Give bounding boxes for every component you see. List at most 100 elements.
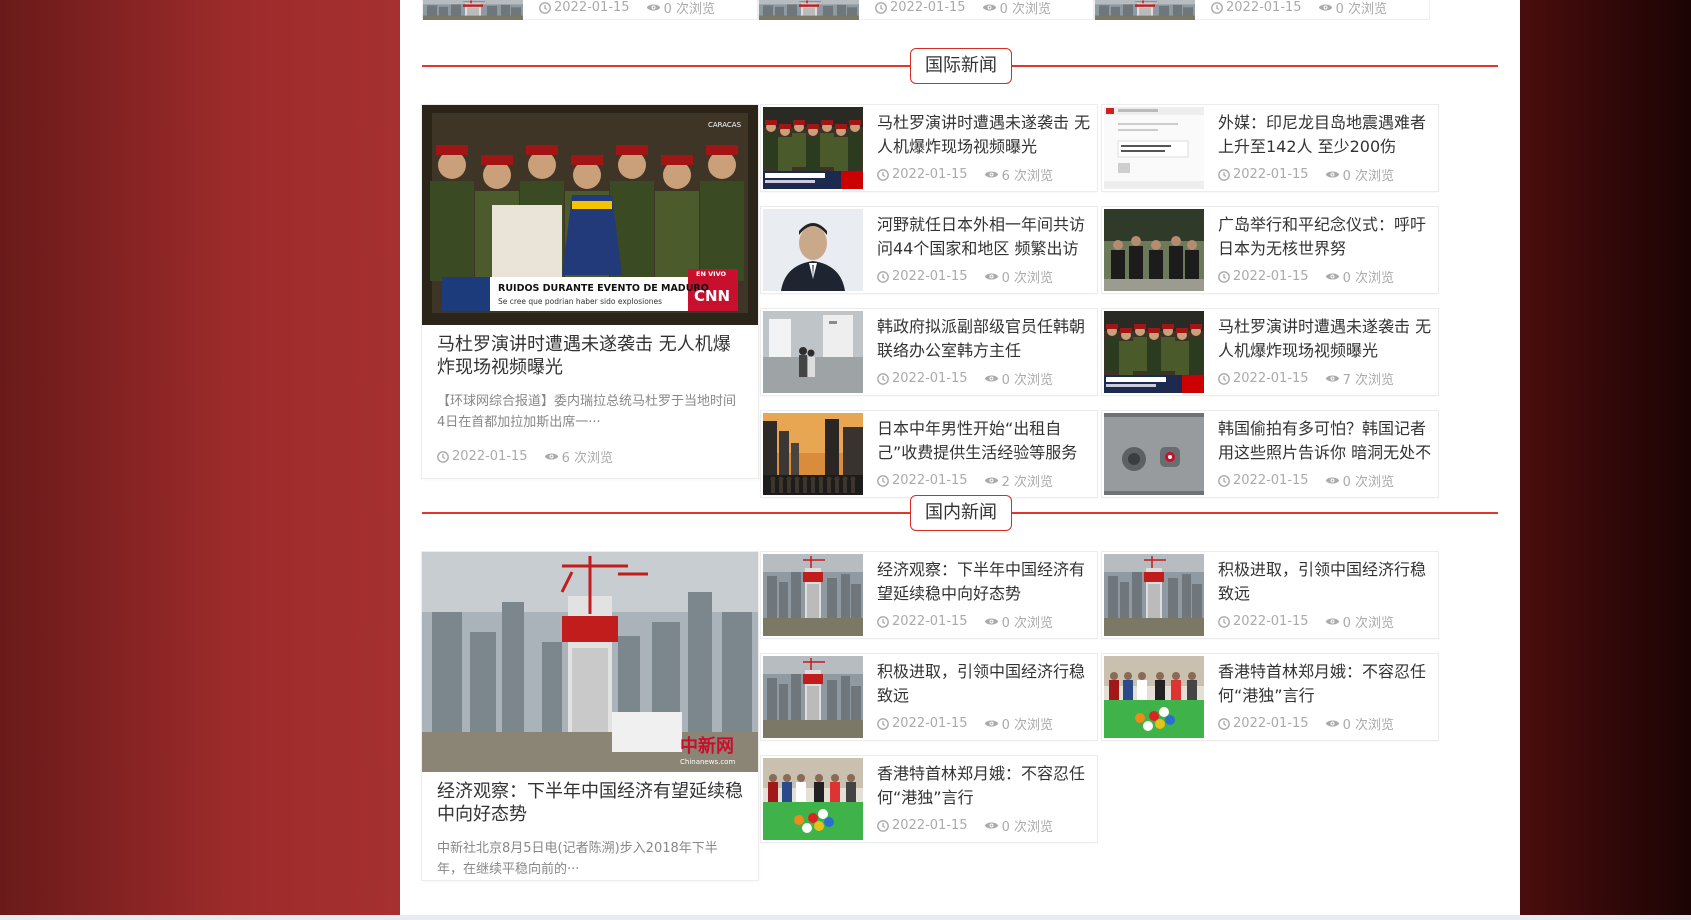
clock-icon: [1218, 372, 1230, 385]
featured-article-card[interactable]: 中新网 Chinanews.com 经济观察：下半年中国经济有望延续稳中向好态势 中新…: [422, 552, 758, 880]
eye-icon: [984, 618, 998, 625]
news-card[interactable]: 外媒：印尼龙目岛地震遇难者上升至142人 至少200伤 2022-01-15 0 次…: [1102, 105, 1438, 191]
news-title[interactable]: 日本中年男性开始“出租自己”收费提供生活经验等服务: [877, 417, 1091, 465]
post-meta: 2022-01-15 2 次浏览: [877, 471, 1053, 490]
chinanews-watermark: 中新网: [680, 735, 734, 757]
eye-icon: [1325, 618, 1339, 625]
clock-icon: [539, 1, 551, 14]
news-card[interactable]: 广岛举行和平纪念仪式：呼吁日本为无核世界努 2022-01-15 0 次浏览: [1102, 207, 1438, 293]
news-card[interactable]: 经济观察：下半年中国经济有望延续稳中向好态势 2022-01-15 0 次浏览: [761, 552, 1097, 638]
view-count: 0 次浏览: [1001, 271, 1053, 286]
eye-icon: [982, 4, 996, 11]
news-card[interactable]: 香港特首林郑月娥：不容忍任何“港独”言行 2022-01-15 0 次浏览: [761, 756, 1097, 842]
view-count: 0 次浏览: [1001, 373, 1053, 388]
news-title[interactable]: 积极进取，引领中国经济行稳致远: [877, 660, 1091, 708]
news-thumbnail[interactable]: [763, 413, 863, 495]
news-title[interactable]: 马杜罗演讲时遭遇未遂袭击 无人机爆炸现场视频曝光: [877, 111, 1091, 159]
clock-icon: [1211, 1, 1223, 14]
news-thumbnail[interactable]: [1095, 0, 1195, 21]
featured-article-summary: 中新社北京8月5日电(记者陈溯)步入2018年下半年，在继续平稳向前的···: [437, 841, 718, 877]
news-card[interactable]: 韩国偷拍有多可怕？韩国记者用这些照片告诉你 暗洞无处不 2022-01-15 0 次…: [1102, 411, 1438, 497]
post-date: 2022-01-15: [892, 371, 968, 386]
news-card[interactable]: 马杜罗演讲时遭遇未遂袭击 无人机爆炸现场视频曝光 2022-01-15 7 次浏览: [1102, 309, 1438, 395]
view-count: 0 次浏览: [1001, 616, 1053, 631]
news-thumbnail[interactable]: [763, 107, 863, 189]
eye-icon: [1325, 375, 1339, 382]
news-title[interactable]: 香港特首林郑月娥：不容忍任何“港独”言行: [877, 762, 1091, 810]
post-date: 2022-01-15: [892, 269, 968, 284]
news-thumbnail[interactable]: [1104, 554, 1204, 636]
post-date: 2022-01-15: [1233, 269, 1309, 284]
news-thumbnail[interactable]: [1104, 311, 1204, 393]
news-thumbnail[interactable]: [1104, 656, 1204, 738]
live-badge: EN VIVO: [696, 270, 727, 278]
news-title[interactable]: 积极进取，引领中国经济行稳致远: [1218, 558, 1432, 606]
news-item[interactable]: 2022-01-15 0 次浏览: [422, 0, 758, 21]
news-item[interactable]: 2022-01-15 0 次浏览: [1094, 0, 1430, 21]
featured-article-image[interactable]: RUIDOS DURANTE EVENTO DE MADURO Se cree q…: [422, 105, 758, 325]
featured-article-title[interactable]: 经济观察：下半年中国经济有望延续稳中向好态势: [437, 780, 743, 826]
eye-icon: [984, 273, 998, 280]
clock-icon: [877, 474, 889, 487]
news-card[interactable]: 韩政府拟派副部级官员任韩朝联络办公室韩方主任 2022-01-15 0 次浏览: [761, 309, 1097, 395]
news-thumbnail[interactable]: [759, 0, 859, 21]
clock-icon: [877, 168, 889, 181]
post-meta: 2022-01-15 0 次浏览: [1218, 612, 1394, 631]
clock-icon: [875, 1, 887, 14]
news-item[interactable]: 2022-01-15 0 次浏览: [758, 0, 1094, 21]
news-thumbnail[interactable]: [763, 758, 863, 840]
news-card[interactable]: 积极进取，引领中国经济行稳致远 2022-01-15 0 次浏览: [761, 654, 1097, 740]
news-title[interactable]: 马杜罗演讲时遭遇未遂袭击 无人机爆炸现场视频曝光: [1218, 315, 1432, 363]
news-card[interactable]: 日本中年男性开始“出租自己”收费提供生活经验等服务 2022-01-15 2 次浏览: [761, 411, 1097, 497]
post-meta: 2022-01-15 0 次浏览: [875, 0, 1051, 17]
news-title[interactable]: 韩国偷拍有多可怕？韩国记者用这些照片告诉你 暗洞无处不: [1218, 417, 1432, 465]
post-date: 2022-01-15: [1233, 167, 1309, 182]
news-title[interactable]: 香港特首林郑月娥：不容忍任何“港独”言行: [1218, 660, 1432, 708]
news-thumbnail[interactable]: [1104, 209, 1204, 291]
post-date: 2022-01-15: [892, 716, 968, 731]
news-thumbnail[interactable]: [423, 0, 523, 21]
featured-article-card[interactable]: RUIDOS DURANTE EVENTO DE MADURO Se cree q…: [422, 105, 758, 478]
news-card[interactable]: 积极进取，引领中国经济行稳致远 2022-01-15 0 次浏览: [1102, 552, 1438, 638]
featured-article-summary: 【环球网综合报道】委内瑞拉总统马杜罗于当地时间4日在首都加拉加斯出席一···: [437, 394, 737, 430]
news-card[interactable]: 马杜罗演讲时遭遇未遂袭击 无人机爆炸现场视频曝光 2022-01-15 6 次浏览: [761, 105, 1097, 191]
news-title[interactable]: 外媒：印尼龙目岛地震遇难者上升至142人 至少200伤: [1218, 111, 1432, 159]
eye-icon: [1325, 720, 1339, 727]
cnn-logo: CNN: [694, 287, 730, 305]
featured-article-image[interactable]: 中新网 Chinanews.com: [422, 552, 758, 772]
news-thumbnail[interactable]: [1104, 107, 1204, 189]
featured-article-title[interactable]: 马杜罗演讲时遭遇未遂袭击 无人机爆炸现场视频曝光: [437, 333, 743, 379]
clock-icon: [1218, 168, 1230, 181]
news-thumbnail[interactable]: [763, 209, 863, 291]
news-thumbnail[interactable]: [1104, 413, 1204, 495]
post-meta: 2022-01-15 0 次浏览: [1218, 471, 1394, 490]
view-count: 7 次浏览: [1342, 373, 1394, 388]
content-panel: 2022-01-15 0 次浏览 2022-01-15 0 次浏览 2022-01-15…: [400, 0, 1520, 915]
post-meta: 2022-01-15 0 次浏览: [1218, 267, 1394, 286]
post-date: 2022-01-15: [892, 473, 968, 488]
news-title[interactable]: 广岛举行和平纪念仪式：呼吁日本为无核世界努: [1218, 213, 1432, 261]
section-title-tab[interactable]: 国内新闻: [910, 495, 1012, 531]
view-count: 0 次浏览: [1342, 475, 1394, 490]
view-count: 0 次浏览: [1342, 169, 1394, 184]
section-heading-international: 国际新闻: [422, 48, 1498, 84]
section-title-tab[interactable]: 国际新闻: [910, 48, 1012, 84]
news-card[interactable]: 香港特首林郑月娥：不容忍任何“港独”言行 2022-01-15 0 次浏览: [1102, 654, 1438, 740]
post-date: 2022-01-15: [452, 449, 528, 464]
post-meta: 2022-01-15 7 次浏览: [1218, 369, 1394, 388]
news-thumbnail[interactable]: [763, 554, 863, 636]
news-title[interactable]: 经济观察：下半年中国经济有望延续稳中向好态势: [877, 558, 1091, 606]
news-title[interactable]: 河野就任日本外相一年间共访问44个国家和地区 频繁出访被: [877, 213, 1091, 261]
post-meta: 2022-01-15 0 次浏览: [877, 714, 1053, 733]
eye-icon: [984, 720, 998, 727]
eye-icon: [646, 4, 660, 11]
news-thumbnail[interactable]: [763, 656, 863, 738]
broadcast-subcaption: Se cree que podrian haber sido explosion…: [498, 297, 662, 306]
news-card[interactable]: 河野就任日本外相一年间共访问44个国家和地区 频繁出访被 2022-01-15 0 …: [761, 207, 1097, 293]
section-heading-domestic: 国内新闻: [422, 495, 1498, 531]
clock-icon: [1218, 270, 1230, 283]
eye-icon: [544, 453, 558, 460]
news-thumbnail[interactable]: [763, 311, 863, 393]
post-meta: 2022-01-15 6 次浏览: [877, 165, 1053, 184]
news-title[interactable]: 韩政府拟派副部级官员任韩朝联络办公室韩方主任: [877, 315, 1091, 363]
